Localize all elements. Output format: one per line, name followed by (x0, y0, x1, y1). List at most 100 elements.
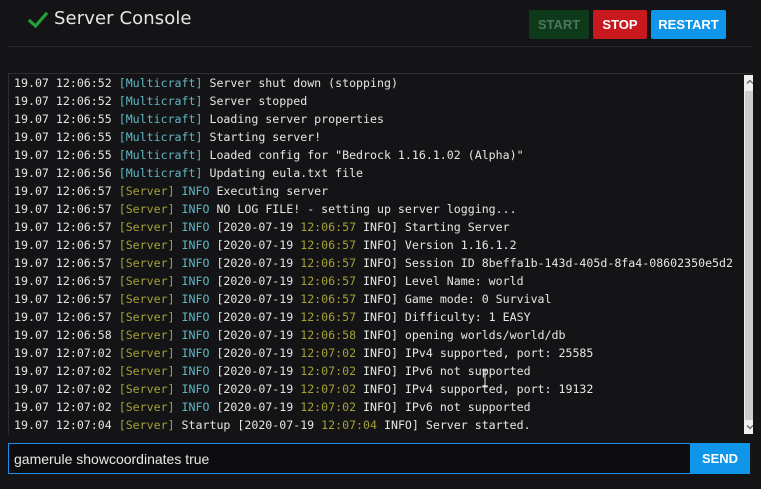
line-message-prefix: Startup [2020-07-19 (181, 418, 322, 432)
line-message-prefix: [2020-07-19 (216, 220, 301, 234)
line-message-time: 12:07:04 (321, 418, 377, 432)
check-icon (27, 11, 49, 29)
line-timestamp: 19.07 12:06:57 (14, 220, 112, 234)
line-timestamp: 19.07 12:06:55 (14, 112, 112, 126)
line-timestamp: 19.07 12:06:57 (14, 310, 112, 324)
line-timestamp: 19.07 12:06:55 (14, 130, 112, 144)
console-line: 19.07 12:06:57 [Server] INFO [2020-07-19… (14, 272, 736, 290)
line-message-suffix: INFO] opening worlds/world/db (356, 328, 566, 342)
line-level: INFO (181, 256, 210, 270)
line-timestamp: 19.07 12:06:57 (14, 256, 112, 270)
line-message-time: 12:06:57 (300, 292, 357, 306)
console-line: 19.07 12:06:52 [Multicraft] Server shut … (14, 74, 736, 92)
line-source: [Multicraft] (118, 130, 203, 144)
line-message: Server shut down (stopping) (209, 76, 398, 90)
line-level: INFO (181, 310, 210, 324)
stop-button[interactable]: STOP (593, 10, 647, 39)
line-level: INFO (181, 184, 210, 198)
scroll-down-arrow-icon[interactable] (744, 420, 753, 434)
line-level: INFO (181, 382, 210, 396)
line-message: Server stopped (209, 94, 308, 108)
line-source: [Multicraft] (118, 148, 203, 162)
console-line: 19.07 12:06:55 [Multicraft] Loading serv… (14, 110, 736, 128)
line-level: INFO (181, 292, 210, 306)
line-message: Updating eula.txt file (209, 166, 364, 180)
console-line: 19.07 12:06:57 [Server] INFO Executing s… (14, 182, 736, 200)
line-timestamp: 19.07 12:06:57 (14, 292, 112, 306)
line-message-time: 12:07:02 (300, 382, 357, 396)
line-message-suffix: INFO] IPv6 not supported (356, 400, 531, 414)
line-level: INFO (181, 202, 210, 216)
line-message-time: 12:06:57 (300, 274, 357, 288)
line-level: INFO (181, 400, 210, 414)
send-button[interactable]: SEND (690, 443, 750, 474)
line-timestamp: 19.07 12:06:55 (14, 148, 112, 162)
line-message-suffix: INFO] Version 1.16.1.2 (356, 238, 517, 252)
console-line: 19.07 12:07:02 [Server] INFO [2020-07-19… (14, 380, 736, 398)
line-message-suffix: INFO] Session ID 8beffa1b-143d-405d-8fa4… (356, 256, 733, 270)
line-source: [Server] (118, 184, 175, 198)
line-message: Executing server (216, 184, 329, 198)
line-message-suffix: INFO] Level Name: world (356, 274, 524, 288)
line-message-suffix: INFO] IPv4 supported, port: 25585 (356, 346, 594, 360)
line-source: [Server] (118, 418, 175, 432)
header-bar: Server Console START STOP RESTART (0, 0, 761, 46)
line-source: [Multicraft] (118, 94, 203, 108)
header-divider (8, 46, 753, 47)
line-message-time: 12:07:02 (300, 364, 357, 378)
console-scrollbar[interactable] (744, 75, 753, 434)
line-source: [Server] (118, 202, 175, 216)
line-timestamp: 19.07 12:07:02 (14, 346, 112, 360)
restart-button[interactable]: RESTART (651, 10, 726, 39)
line-timestamp: 19.07 12:06:57 (14, 202, 112, 216)
console-line: 19.07 12:06:57 [Server] INFO [2020-07-19… (14, 236, 736, 254)
command-input[interactable] (8, 443, 695, 474)
line-level: INFO (181, 328, 210, 342)
console-line: 19.07 12:07:02 [Server] INFO [2020-07-19… (14, 344, 736, 362)
line-timestamp: 19.07 12:07:02 (14, 400, 112, 414)
line-timestamp: 19.07 12:07:02 (14, 364, 112, 378)
line-timestamp: 19.07 12:06:57 (14, 238, 112, 252)
line-source: [Server] (118, 238, 175, 252)
console-line: 19.07 12:07:02 [Server] INFO [2020-07-19… (14, 398, 736, 416)
line-source: [Multicraft] (118, 76, 203, 90)
line-message-time: 12:07:02 (300, 400, 357, 414)
line-message-time: 12:06:57 (300, 238, 357, 252)
line-message-time: 12:06:57 (300, 256, 357, 270)
scroll-thumb[interactable] (745, 91, 753, 420)
line-message-prefix: [2020-07-19 (216, 292, 301, 306)
line-level: INFO (181, 220, 210, 234)
line-level: INFO (181, 364, 210, 378)
line-message-prefix: [2020-07-19 (216, 364, 301, 378)
line-timestamp: 19.07 12:06:57 (14, 274, 112, 288)
console-line: 19.07 12:06:57 [Server] INFO [2020-07-19… (14, 308, 736, 326)
line-source: [Server] (118, 292, 175, 306)
line-message: Starting server! (209, 130, 322, 144)
line-message-prefix: [2020-07-19 (216, 382, 301, 396)
line-source: [Server] (118, 220, 175, 234)
scroll-up-arrow-icon[interactable] (744, 75, 753, 89)
console-log-list: 19.07 12:06:52 [Multicraft] Server shut … (14, 74, 736, 434)
line-source: [Server] (118, 256, 175, 270)
line-level: INFO (181, 274, 210, 288)
line-message: NO LOG FILE! - setting up server logging… (216, 202, 517, 216)
line-message-suffix: INFO] IPv4 supported, port: 19132 (356, 382, 594, 396)
line-timestamp: 19.07 12:06:57 (14, 184, 112, 198)
line-message-suffix: INFO] Starting Server (356, 220, 510, 234)
line-source: [Server] (118, 328, 175, 342)
start-button[interactable]: START (529, 10, 589, 39)
line-message-suffix: INFO] Game mode: 0 Survival (356, 292, 552, 306)
line-message-time: 12:06:57 (300, 310, 357, 324)
console-line: 19.07 12:06:56 [Multicraft] Updating eul… (14, 164, 736, 182)
console-line: 19.07 12:06:55 [Multicraft] Loaded confi… (14, 146, 736, 164)
line-message-suffix: INFO] Difficulty: 1 EASY (356, 310, 531, 324)
console-line: 19.07 12:06:57 [Server] INFO NO LOG FILE… (14, 200, 736, 218)
line-message-prefix: [2020-07-19 (216, 310, 301, 324)
scroll-track[interactable] (744, 89, 753, 420)
line-level: INFO (181, 238, 210, 252)
line-source: [Multicraft] (118, 166, 203, 180)
console-log-panel[interactable]: 19.07 12:06:52 [Multicraft] Server shut … (8, 73, 753, 435)
line-timestamp: 19.07 12:07:04 (14, 418, 112, 432)
line-message-prefix: [2020-07-19 (216, 256, 301, 270)
line-timestamp: 19.07 12:06:56 (14, 166, 112, 180)
